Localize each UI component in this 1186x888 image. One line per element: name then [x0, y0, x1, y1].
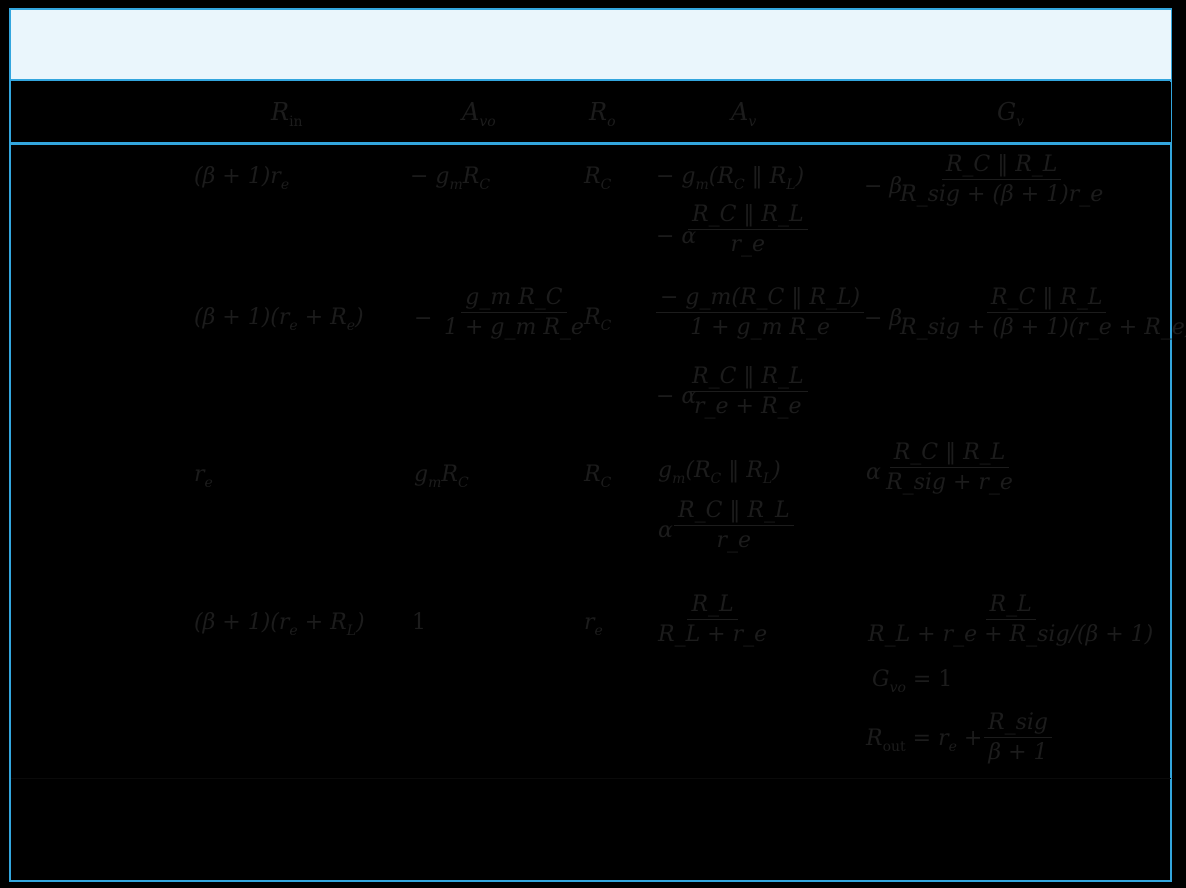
row1-ro: RC — [584, 164, 612, 193]
row4-rout-fraction: R_sig β + 1 — [984, 710, 1052, 765]
header-ro: Ro — [589, 98, 616, 130]
row1-av1: − gm(RC ‖ RL) — [656, 164, 805, 193]
header-rin: Rin — [271, 98, 303, 130]
row2-rin: (β + 1)(re + Re) — [194, 305, 364, 334]
row4-gv-fraction: R_L R_L + r_e + R_sig/(β + 1) — [868, 592, 1154, 647]
row2-ro: RC — [584, 305, 612, 334]
row4-rout: Rout = re + — [866, 726, 983, 755]
row4-gvo: Gvo = 1 — [872, 667, 953, 696]
row2-av2-fraction: R_C ‖ R_L r_e + R_e — [688, 364, 808, 419]
row3-ro: RC — [584, 462, 612, 491]
table-footer-divider — [11, 778, 1171, 779]
row2-gv-fraction: R_C ‖ R_L R_sig + (β + 1)(r_e + R_e) — [900, 285, 1186, 340]
row2-avo-prefix: − — [414, 306, 433, 331]
row3-av2-prefix: α — [658, 518, 673, 543]
row4-ro: re — [584, 610, 603, 639]
table-title-bar — [11, 10, 1171, 81]
row3-gv-fraction: R_C ‖ R_L R_sig + r_e — [886, 440, 1013, 495]
row1-rin: (β + 1)re — [194, 164, 290, 193]
header-av: Av — [731, 98, 757, 130]
row2-avo-fraction: g_m R_C 1 + g_m R_e — [444, 285, 584, 340]
row4-av-fraction: R_L R_L + r_e — [658, 592, 768, 647]
header-avo: Avo — [462, 98, 496, 130]
row3-av2-fraction: R_C ‖ R_L r_e — [674, 498, 794, 553]
row4-rin: (β + 1)(re + RL) — [194, 610, 365, 639]
header-gv: Gv — [997, 98, 1025, 130]
row3-avo: gmRC — [414, 462, 469, 491]
row1-avo: − gmRC — [410, 164, 491, 193]
row3-gv-prefix: α — [866, 460, 881, 485]
row3-rin: re — [194, 462, 213, 491]
row1-gv-fraction: R_C ‖ R_L R_sig + (β + 1)r_e — [900, 152, 1104, 207]
row4-avo: 1 — [412, 610, 426, 635]
row3-av1: gm(RC ‖ RL) — [658, 458, 781, 487]
row2-av1-fraction: − g_m(R_C ‖ R_L) 1 + g_m R_e — [656, 285, 865, 340]
row1-av2-fraction: R_C ‖ R_L r_e — [688, 202, 808, 257]
